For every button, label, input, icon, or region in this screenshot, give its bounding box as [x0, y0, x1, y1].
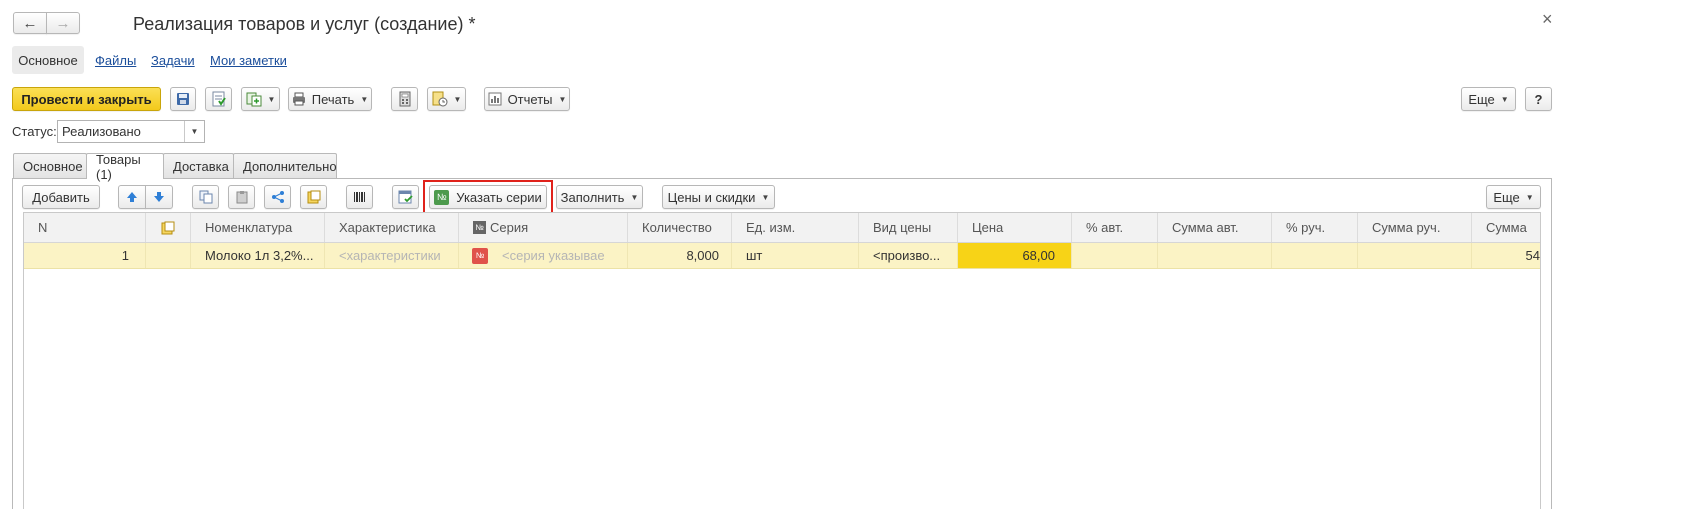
cell-icon[interactable] [146, 243, 191, 268]
checklist-icon [398, 190, 413, 204]
cell-price[interactable]: 68,00 [958, 243, 1072, 268]
cell-sum[interactable]: 54 [1472, 243, 1540, 268]
specify-series-button[interactable]: № Указать серии [429, 185, 547, 209]
number-sign-icon: № [473, 221, 486, 234]
arrow-left-icon: ← [22, 14, 38, 32]
chevron-down-icon: ▼ [630, 192, 639, 202]
copy-icon [199, 190, 212, 204]
table-row[interactable]: 1 Молоко 1л 3,2%... <характеристики № <с… [24, 243, 1540, 269]
add-row-button[interactable]: Добавить [22, 185, 100, 209]
chevron-down-icon: ▼ [267, 94, 276, 104]
cell-n[interactable]: 1 [24, 243, 146, 268]
series-required-icon: № [472, 247, 488, 264]
forward-button[interactable]: → [46, 12, 80, 34]
col-characteristic[interactable]: Характеристика [325, 213, 459, 242]
fill-button[interactable]: Заполнить ▼ [556, 185, 643, 209]
help-button[interactable]: ? [1525, 87, 1552, 111]
dropdown-button[interactable]: ▼ [184, 121, 204, 142]
grid-right-border [1540, 213, 1541, 509]
status-value: Реализовано [62, 124, 141, 139]
cell-unit[interactable]: шт [732, 243, 859, 268]
arrow-up-icon [127, 192, 137, 202]
barcode-icon [353, 192, 365, 202]
tab-additional[interactable]: Дополнительно [233, 153, 337, 178]
col-price[interactable]: Цена [958, 213, 1072, 242]
items-more-button[interactable]: Еще ▼ [1486, 185, 1541, 209]
paste-icon [236, 191, 247, 204]
save-button[interactable] [170, 87, 196, 111]
tab-delivery[interactable]: Доставка [163, 153, 234, 178]
create-based-on-button[interactable]: ▼ [241, 87, 280, 111]
barcode-button[interactable] [346, 185, 373, 209]
col-quantity[interactable]: Количество [628, 213, 732, 242]
status-select[interactable]: Реализовано ▼ [57, 120, 205, 143]
table-header: N Номенклатура Характеристика № Серия Ко… [24, 213, 1540, 243]
col-nomenclature[interactable]: Номенклатура [191, 213, 325, 242]
section-link-notes[interactable]: Мои заметки [210, 53, 287, 68]
reports-icon [488, 92, 502, 106]
section-link-files[interactable]: Файлы [95, 53, 136, 68]
printer-icon [292, 92, 305, 106]
tab-goods[interactable]: Товары (1) [86, 152, 164, 182]
print-button[interactable]: Печать ▼ [288, 87, 372, 111]
move-up-button[interactable] [118, 185, 146, 209]
prices-discounts-button[interactable]: Цены и скидки ▼ [662, 185, 775, 209]
check-button[interactable] [392, 185, 419, 209]
col-unit[interactable]: Ед. изм. [732, 213, 859, 242]
cell-auto-sum[interactable] [1158, 243, 1272, 268]
arrow-down-icon [154, 192, 164, 202]
cell-auto-percent[interactable] [1072, 243, 1158, 268]
col-manual-percent[interactable]: % руч. [1272, 213, 1358, 242]
status-label: Статус: [12, 124, 57, 139]
tab-main[interactable]: Основное [13, 153, 87, 178]
back-button[interactable]: ← [13, 12, 47, 34]
create-based-icon [246, 92, 262, 107]
copy-button[interactable] [192, 185, 219, 209]
col-icon[interactable] [146, 213, 191, 242]
reports-button[interactable]: Отчеты ▼ [484, 87, 570, 111]
share-icon [271, 191, 284, 203]
cell-manual-sum[interactable] [1358, 243, 1472, 268]
arrow-right-icon: → [55, 14, 71, 32]
col-series[interactable]: № Серия [459, 213, 628, 242]
col-sum[interactable]: Сумма [1472, 213, 1540, 242]
pick-items-icon [307, 190, 320, 204]
chevron-down-icon: ▼ [558, 94, 567, 104]
cell-price-type[interactable]: <произво... [859, 243, 958, 268]
series-number-icon: № [434, 189, 450, 205]
paste-button[interactable] [228, 185, 255, 209]
structure-button[interactable] [391, 87, 418, 111]
post-document-icon [212, 91, 226, 107]
cell-manual-percent[interactable] [1272, 243, 1358, 268]
col-auto-percent[interactable]: % авт. [1072, 213, 1158, 242]
cell-characteristic[interactable]: <характеристики [325, 243, 459, 268]
related-documents-button[interactable]: ▼ [427, 87, 466, 111]
chevron-down-icon: ▼ [1500, 94, 1509, 104]
col-manual-sum[interactable]: Сумма руч. [1358, 213, 1472, 242]
move-down-button[interactable] [145, 185, 173, 209]
pick-button[interactable] [300, 185, 327, 209]
document-icon [161, 221, 175, 234]
calculator-icon [399, 91, 410, 107]
col-auto-sum[interactable]: Сумма авт. [1158, 213, 1272, 242]
chevron-down-icon: ▼ [761, 192, 770, 202]
chevron-down-icon: ▼ [360, 94, 369, 104]
post-button[interactable] [205, 87, 232, 111]
cell-quantity[interactable]: 8,000 [628, 243, 732, 268]
cell-series[interactable]: № <серия указывае [459, 243, 628, 268]
section-link-tasks[interactable]: Задачи [151, 53, 195, 68]
col-price-type[interactable]: Вид цены [859, 213, 958, 242]
col-n[interactable]: N [24, 213, 146, 242]
chevron-down-icon: ▼ [453, 94, 462, 104]
close-icon[interactable]: × [1542, 9, 1553, 30]
post-and-close-button[interactable]: Провести и закрыть [12, 87, 161, 111]
cell-nomenclature[interactable]: Молоко 1л 3,2%... [191, 243, 325, 268]
more-button[interactable]: Еще ▼ [1461, 87, 1516, 111]
documents-clock-icon [432, 91, 448, 107]
floppy-icon [177, 93, 189, 105]
window-title: Реализация товаров и услуг (создание) * [133, 14, 476, 34]
share-button[interactable] [264, 185, 291, 209]
section-link-main[interactable]: Основное [12, 46, 84, 74]
chevron-down-icon: ▼ [1525, 192, 1534, 202]
